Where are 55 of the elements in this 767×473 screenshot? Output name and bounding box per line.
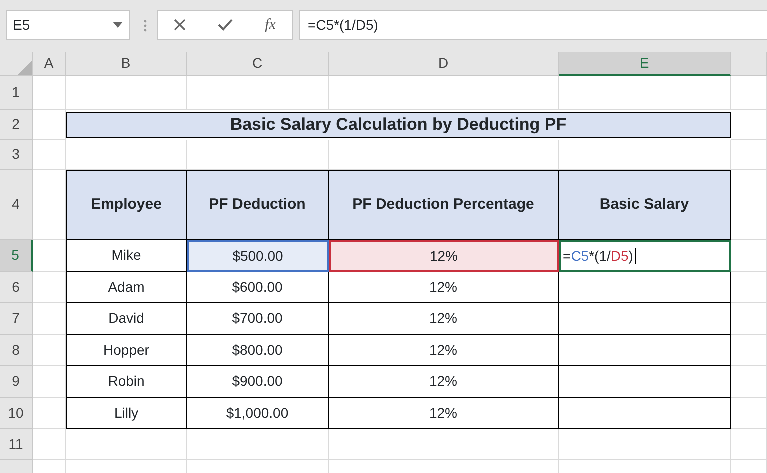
table-header-cell: Employee [66,170,187,240]
column-header[interactable]: A [33,52,66,76]
empty-cell[interactable] [731,140,767,170]
row-header[interactable]: 3 [0,140,33,170]
row-header[interactable]: 1 [0,76,33,110]
table-cell: $800.00 [187,335,329,366]
column-header[interactable]: C [187,52,329,76]
table-cell: Robin [66,366,187,398]
row-header[interactable]: 9 [0,366,33,398]
table-cell: $1,000.00 [187,398,329,429]
table-cell: Lilly [66,398,187,429]
table-cell: Hopper [66,335,187,366]
table-cell: $900.00 [187,366,329,398]
table-cell: 12% [329,272,559,303]
empty-cell[interactable] [187,76,329,110]
table-cell: Adam [66,272,187,303]
empty-cell[interactable] [731,76,767,110]
row-header[interactable]: 2 [0,110,33,140]
dropdown-caret-icon[interactable] [113,22,123,28]
table-header-cell: Basic Salary [559,170,731,240]
column-header[interactable]: E [559,52,731,76]
row-header[interactable]: 10 [0,398,33,429]
table-cell: 12% [329,366,559,398]
table-cell: $500.00 [187,240,329,272]
cancel-icon[interactable] [174,19,186,31]
table-cell: 12% [329,398,559,429]
row-header[interactable]: 6 [0,272,33,303]
table-cell: $600.00 [187,272,329,303]
row-header[interactable]: 4 [0,170,33,240]
column-header[interactable] [731,52,767,76]
column-header[interactable]: D [329,52,559,76]
table-cell: 12% [329,335,559,366]
row-header[interactable]: 8 [0,335,33,366]
table-cell: 12% [329,303,559,335]
row-header[interactable]: 5 [0,240,33,272]
table-header-cell: PF Deduction Percentage [329,170,559,240]
row-header[interactable]: 11 [0,429,33,460]
table-header-cell: PF Deduction [187,170,329,240]
checkmark-icon[interactable] [218,19,234,31]
column-header[interactable]: B [66,52,187,76]
name-box[interactable]: E5 [6,10,130,40]
formula-editing-cell[interactable]: =C5*(1/D5) [559,240,731,272]
drag-handle-icon[interactable] [144,20,147,32]
empty-cell[interactable] [731,429,767,460]
insert-function-button[interactable]: fx [265,14,276,36]
row-header[interactable]: 7 [0,303,33,335]
table-cell: $700.00 [187,303,329,335]
sheet-title: Basic Salary Calculation by Deducting PF [66,112,731,138]
empty-cell[interactable] [66,76,187,110]
table-cell: David [66,303,187,335]
table-cell: 12% [329,240,559,272]
table-cell: Mike [66,240,187,272]
empty-cell[interactable] [329,76,559,110]
empty-cell[interactable] [559,76,731,110]
formula-input-field[interactable]: =C5*(1/D5) [299,10,767,40]
